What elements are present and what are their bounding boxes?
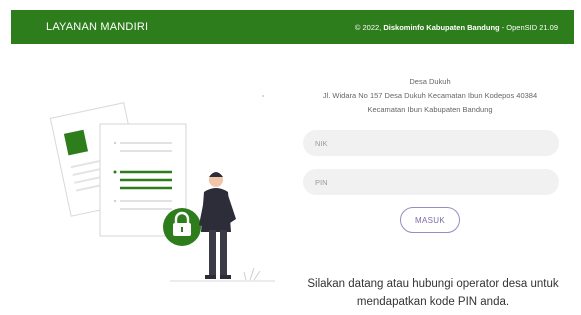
copyright-suffix: - OpenSID 21.09	[501, 22, 558, 32]
login-button[interactable]: MASUK	[400, 207, 460, 233]
nik-input[interactable]	[303, 130, 559, 156]
lock-icon	[163, 208, 201, 246]
copyright-text: © 2022, Diskominfo Kabupaten Bandung - O…	[355, 23, 558, 32]
pin-notice: Silakan datang atau hubungi operator des…	[307, 278, 559, 308]
village-address: Jl. Widara No 157 Desa Dukuh Kecamatan I…	[322, 91, 538, 100]
pin-input[interactable]	[303, 169, 559, 195]
village-info: Desa Dukuh Jl. Widara No 157 Desa Dukuh …	[300, 75, 560, 117]
copyright-prefix: © 2022,	[354, 22, 382, 32]
login-illustration	[40, 80, 290, 295]
document-lock-illustration	[49, 95, 275, 282]
village-name: Desa Dukuh	[409, 77, 451, 86]
village-region: Kecamatan Ibun Kabupaten Bandung	[367, 105, 493, 114]
copyright-org-link[interactable]: Diskominfo Kabupaten Bandung	[383, 23, 499, 32]
header-bar: LAYANAN MANDIRI © 2022, Diskominfo Kabup…	[11, 10, 574, 44]
app-title: LAYANAN MANDIRI	[46, 21, 149, 33]
person-figure	[199, 172, 236, 279]
